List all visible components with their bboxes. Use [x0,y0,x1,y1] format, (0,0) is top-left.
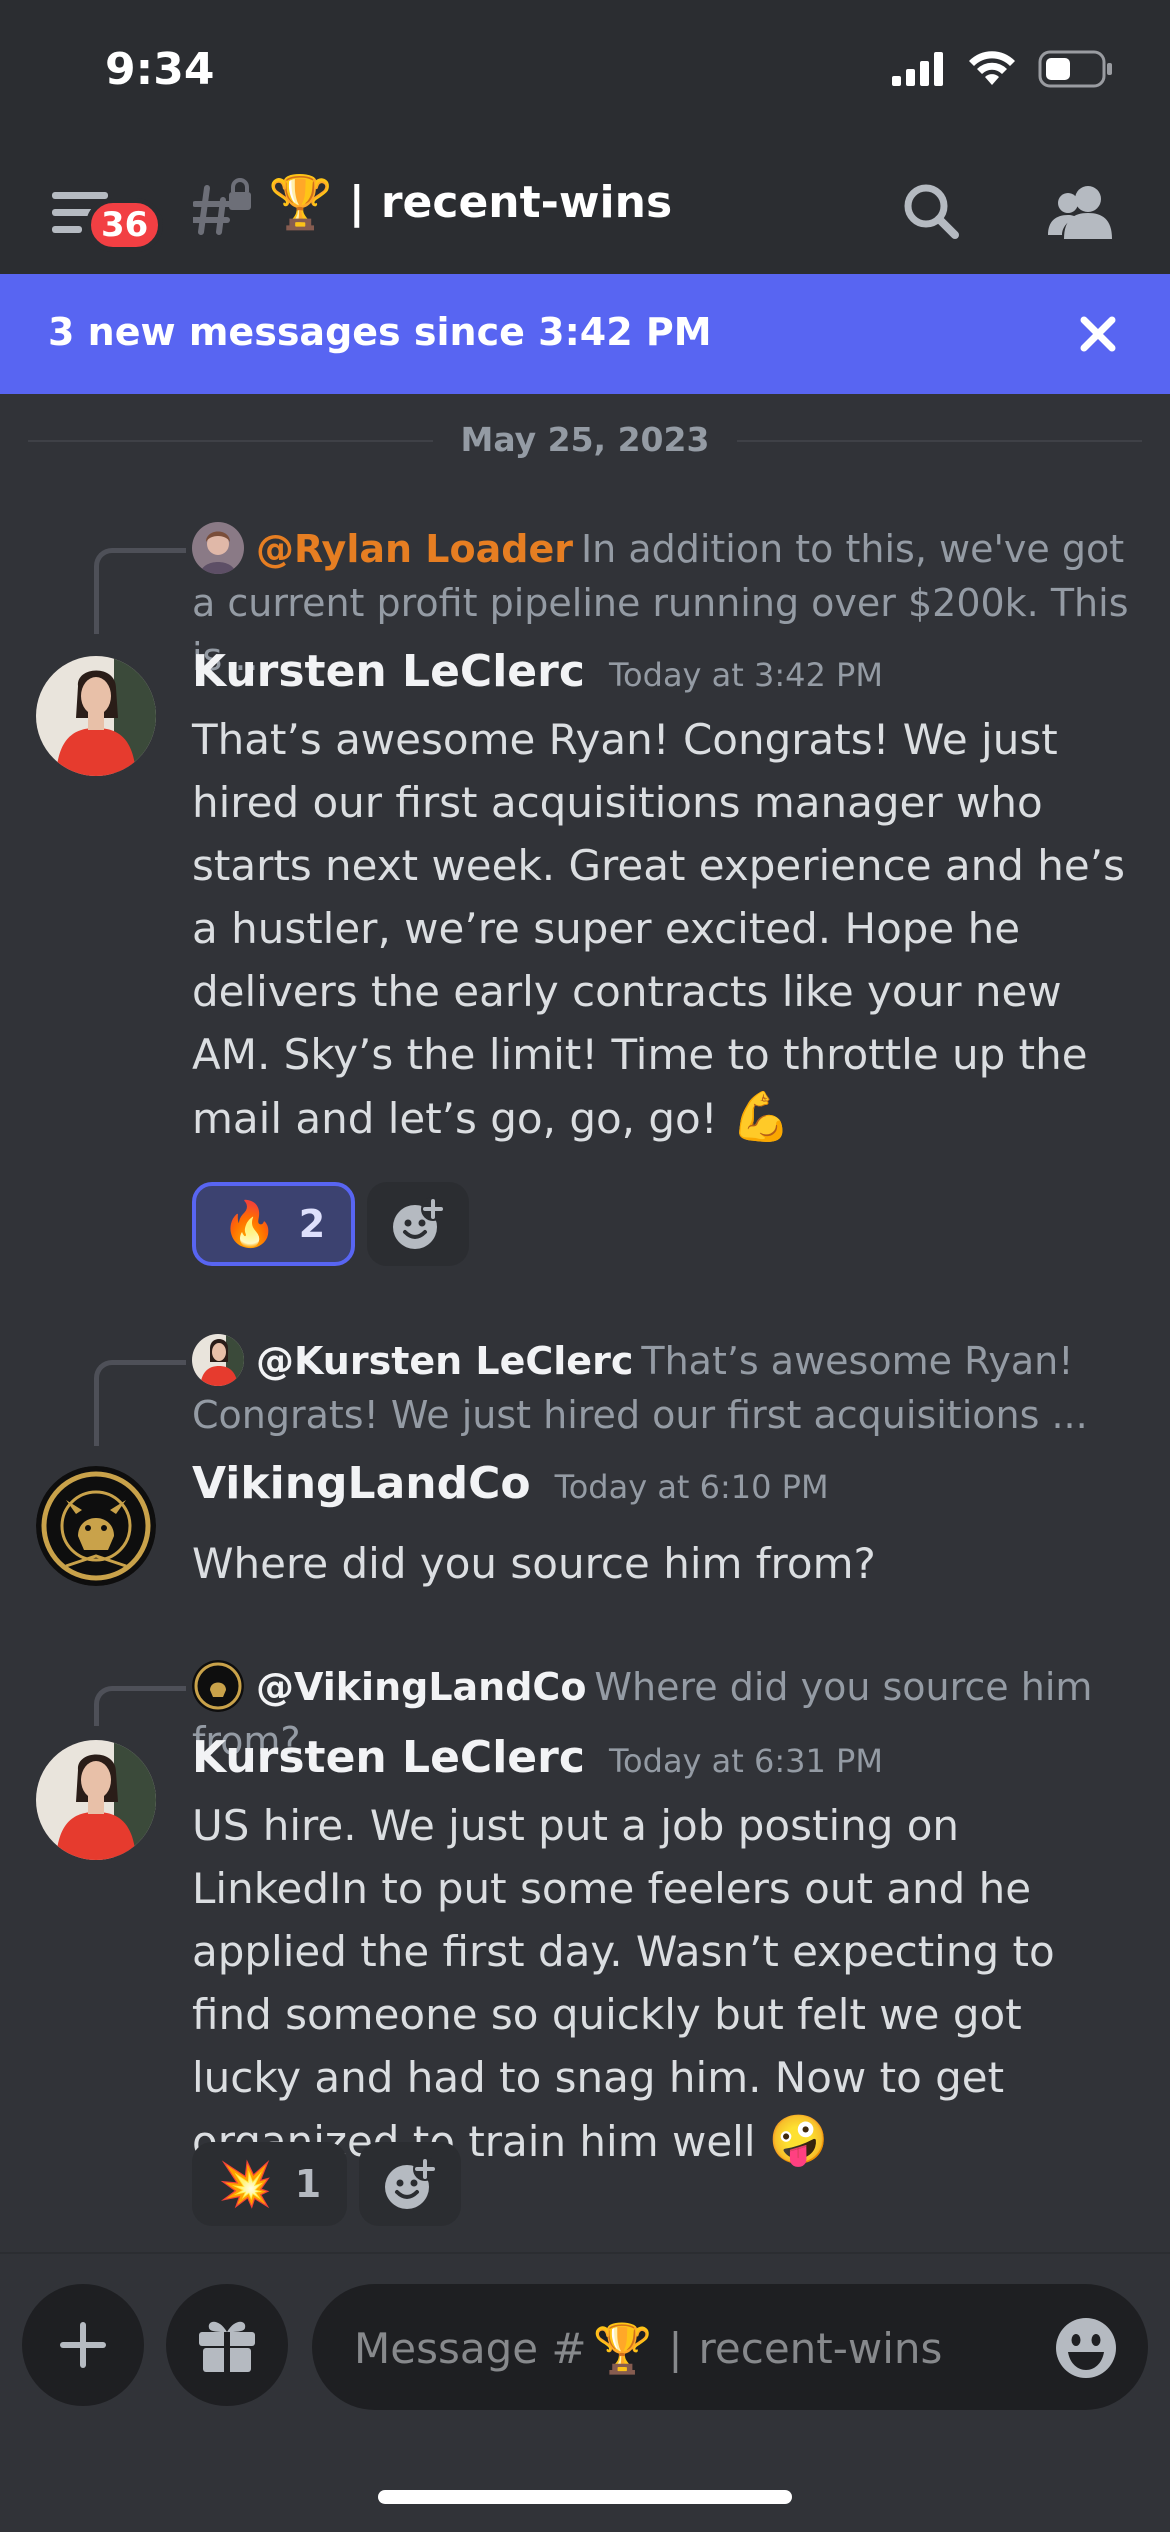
flexed-biceps-emoji: 💪 [730,1089,791,1145]
top-chrome: 9:34 36 🏆 | recent-wins [0,0,1170,274]
author-name[interactable]: Kursten LeClerc [192,646,585,697]
close-icon [1080,316,1116,352]
new-messages-text: 3 new messages since 3:42 PM [48,310,712,354]
unread-badge: 36 [86,198,164,252]
add-reaction-icon [393,1197,446,1249]
channel-title: 🏆 | recent-wins [268,172,672,233]
members-button[interactable] [1046,176,1116,246]
message-header: Kursten LeClerc Today at 6:31 PM [192,1732,883,1783]
reactions-row: 💥 1 [192,2142,462,2226]
message-header: Kursten LeClerc Today at 3:42 PM [192,646,883,697]
fire-emoji: 🔥 [222,1199,277,1250]
author-name[interactable]: Kursten LeClerc [192,1732,585,1783]
collision-emoji: 💥 [218,2159,273,2210]
message-input[interactable]: Message # 🏆 | recent-wins [312,2284,1148,2410]
channel-separator: | [348,177,365,228]
reply-preview[interactable]: @Kursten LeClerc That’s awesome Ryan! Con… [192,1334,1132,1442]
reply-avatar [192,1660,244,1712]
members-icon [1048,186,1112,239]
reply-connector [94,548,186,634]
attach-button[interactable] [22,2284,144,2406]
wifi-icon [969,51,1015,85]
home-indicator[interactable] [378,2490,792,2504]
trophy-emoji: 🏆 [592,2321,653,2377]
status-icons [892,50,1114,88]
message-text[interactable]: That’s awesome Ryan! Congrats! We just h… [192,708,1142,1150]
signal-icon [892,52,943,86]
status-time: 9:34 [105,44,215,95]
message-text[interactable]: US hire. We just put a job posting on Li… [192,1794,1142,2173]
reply-connector [94,1686,186,1726]
plus-icon [60,2322,106,2368]
dismiss-new-messages-button[interactable] [1066,302,1130,366]
reply-mention[interactable]: @Kursten LeClerc [256,1339,633,1383]
reactions-row: 🔥 2 [192,1182,470,1266]
search-button[interactable] [896,176,966,246]
add-reaction-button[interactable] [359,2142,462,2226]
add-reaction-icon [385,2157,438,2209]
reaction-count: 1 [294,2162,322,2206]
gift-icon [199,2321,255,2372]
avatar[interactable] [36,656,156,776]
timestamp: Today at 3:42 PM [608,656,883,694]
reply-mention[interactable]: @VikingLandCo [256,1665,586,1709]
reaction-count: 2 [298,1202,326,1246]
reaction-collision[interactable]: 💥 1 [192,2142,348,2226]
channel-name: recent-wins [380,177,673,228]
trophy-emoji: 🏆 [268,173,333,233]
timestamp: Today at 6:10 PM [554,1468,829,1506]
reply-connector [94,1360,186,1446]
message-text[interactable]: Where did you source him from? [192,1532,1142,1595]
zany-face-emoji: 🤪 [768,2112,829,2168]
avatar[interactable] [36,1466,156,1586]
reply-mention[interactable]: @Rylan Loader [256,527,573,571]
message-header: VikingLandCo Today at 6:10 PM [192,1458,829,1509]
search-icon [904,184,959,239]
reply-avatar [192,522,244,574]
reaction-fire[interactable]: 🔥 2 [192,1182,356,1266]
message-input-placeholder: Message # 🏆 | recent-wins [354,2321,943,2377]
reply-avatar [192,1334,244,1386]
author-name[interactable]: VikingLandCo [192,1458,531,1509]
locked-channel-icon [193,178,251,235]
channel-header: 36 🏆 | recent-wins [0,150,1170,274]
gift-button[interactable] [166,2284,288,2406]
avatar[interactable] [36,1740,156,1860]
battery-icon [1038,50,1112,88]
add-reaction-button[interactable] [367,1182,470,1266]
date-divider: May 25, 2023 [0,420,1170,459]
message-composer: Message # 🏆 | recent-wins [0,2252,1170,2532]
emoji-icon[interactable] [1054,2316,1118,2380]
new-messages-bar[interactable]: 3 new messages since 3:42 PM [0,274,1170,394]
timestamp: Today at 6:31 PM [608,1742,883,1780]
